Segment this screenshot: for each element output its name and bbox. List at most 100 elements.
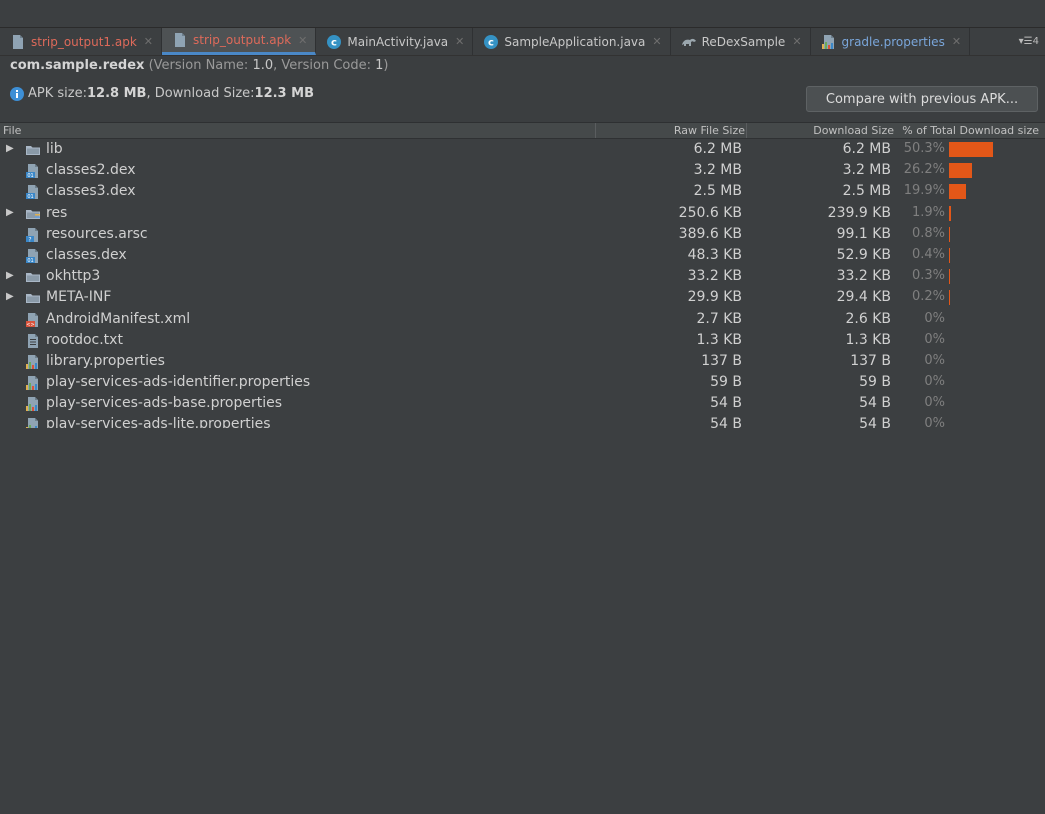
text-file-icon: [25, 333, 41, 349]
download-size: 1.3 KB: [845, 331, 892, 348]
tab-overflow-count: 4: [1032, 36, 1039, 47]
raw-file-size: 54 B: [710, 395, 742, 412]
apk-icon: [10, 34, 26, 50]
svg-text:01: 01: [27, 258, 33, 264]
dex-file-icon: 01: [25, 163, 41, 179]
download-share-bar: [949, 163, 972, 179]
package-name: com.sample.redex: [10, 58, 145, 73]
table-row[interactable]: <> AndroidManifest.xml 2.7 KB 2.6 KB 0%: [0, 309, 1045, 330]
file-name: library.properties: [46, 352, 165, 369]
table-row[interactable]: library.properties 137 B 137 B 0%: [0, 351, 1045, 372]
editor-tab-mainactivity-java[interactable]: c MainActivity.java ✕: [316, 28, 474, 55]
expand-arrow-icon[interactable]: ▶: [6, 291, 14, 302]
table-row[interactable]: ? resources.arsc 389.6 KB 99.1 KB 0.8%: [0, 224, 1045, 245]
file-name: play-services-ads-base.properties: [46, 395, 283, 412]
svg-text:?: ?: [28, 236, 31, 243]
download-size: 2.5 MB: [842, 183, 891, 200]
download-size: 6.2 MB: [842, 141, 891, 157]
percent-of-total: 0%: [924, 374, 945, 390]
tab-overflow-menu[interactable]: ▾☰ 4: [1019, 28, 1045, 55]
arsc-file-icon: ?: [25, 227, 41, 243]
folder-icon: [25, 290, 41, 306]
expand-arrow-icon[interactable]: ▶: [6, 143, 14, 154]
raw-file-size: 137 B: [701, 352, 742, 369]
percent-of-total: 0%: [924, 310, 945, 326]
window-title-bar: [0, 0, 1045, 28]
table-row[interactable]: play-services-ads-lite.properties 54 B 54 …: [0, 414, 1045, 428]
table-row[interactable]: ▶ okhttp3 33.2 KB 33.2 KB 0.3%: [0, 266, 1045, 287]
close-tab-icon[interactable]: ✕: [792, 35, 801, 48]
file-name: classes2.dex: [46, 162, 136, 179]
dex-file-icon: 01: [25, 248, 41, 264]
gradle-icon: [681, 34, 697, 50]
tab-label: gradle.properties: [841, 34, 945, 49]
percent-of-total: 50.3%: [903, 141, 945, 156]
file-name: play-services-ads-identifier.properties: [46, 374, 311, 391]
percent-of-total: 0%: [924, 331, 945, 347]
java-class-icon: c: [326, 34, 342, 50]
res-folder-icon: [25, 206, 41, 222]
column-header-raw-size[interactable]: Raw File Size: [674, 124, 745, 137]
svg-text:c: c: [488, 37, 494, 48]
column-header-download-size[interactable]: Download Size: [813, 124, 894, 137]
apk-summary: com.sample.redex (Version Name: 1.0, Ver…: [10, 58, 389, 73]
table-row[interactable]: ▶ res 250.6 KB 239.9 KB 1.9%: [0, 203, 1045, 224]
close-tab-icon[interactable]: ✕: [952, 35, 961, 48]
percent-of-total: 26.2%: [903, 162, 945, 178]
table-row[interactable]: ▶ lib 6.2 MB 6.2 MB 50.3%: [0, 139, 1045, 160]
download-share-bar: [949, 226, 950, 242]
table-row[interactable]: 01 classes3.dex 2.5 MB 2.5 MB 19.9%: [0, 181, 1045, 202]
expand-arrow-icon[interactable]: ▶: [6, 270, 14, 281]
percent-of-total: 0%: [924, 352, 945, 368]
file-name: classes.dex: [46, 246, 127, 263]
editor-tab-sampleapplication-java[interactable]: c SampleApplication.java ✕: [473, 28, 671, 55]
file-name: META-INF: [46, 289, 112, 306]
tab-label: strip_output1.apk: [31, 34, 137, 49]
close-tab-icon[interactable]: ✕: [455, 35, 464, 48]
download-share-bar: [949, 247, 950, 263]
table-row[interactable]: rootdoc.txt 1.3 KB 1.3 KB 0%: [0, 330, 1045, 351]
download-size: 3.2 MB: [842, 162, 891, 179]
close-tab-icon[interactable]: ✕: [144, 35, 153, 48]
download-size: 99.1 KB: [836, 225, 891, 242]
version-name: 1.0: [252, 58, 274, 73]
apk-icon: [172, 32, 188, 48]
raw-file-size: 6.2 MB: [693, 141, 742, 157]
table-row[interactable]: 01 classes.dex 48.3 KB 52.9 KB 0.4%: [0, 245, 1045, 266]
expand-arrow-icon[interactable]: ▶: [6, 207, 14, 218]
table-row[interactable]: play-services-ads-base.properties 54 B 54 …: [0, 393, 1045, 414]
column-header-percent[interactable]: % of Total Download size: [902, 124, 1039, 137]
apk-size-value: 12.8 MB: [86, 86, 147, 101]
editor-tab-redexsample[interactable]: ReDexSample ✕: [671, 28, 811, 55]
table-row[interactable]: ▶ META-INF 29.9 KB 29.4 KB 0.2%: [0, 287, 1045, 308]
percent-of-total: 0.4%: [911, 246, 945, 262]
properties-icon: [25, 375, 41, 391]
percent-of-total: 0%: [924, 395, 945, 411]
download-size: 54 B: [859, 395, 891, 412]
editor-tab-gradle-properties[interactable]: gradle.properties ✕: [811, 28, 971, 55]
file-name: resources.arsc: [46, 225, 148, 242]
folder-icon: [25, 269, 41, 285]
compare-with-previous-apk-button[interactable]: Compare with previous APK...: [806, 86, 1038, 112]
close-tab-icon[interactable]: ✕: [298, 34, 307, 47]
table-row[interactable]: play-services-ads-identifier.properties 5…: [0, 372, 1045, 393]
folder-icon: [25, 142, 41, 158]
raw-file-size: 1.3 KB: [696, 331, 743, 348]
percent-of-total: 0.8%: [911, 225, 945, 241]
editor-tab-strip-output1-apk[interactable]: strip_output1.apk ✕: [0, 28, 163, 55]
download-size: 59 B: [859, 374, 891, 391]
close-tab-icon[interactable]: ✕: [652, 35, 661, 48]
table-header: File Raw File Size Download Size % of To…: [0, 123, 1045, 139]
properties-icon: [821, 34, 837, 50]
dex-file-icon: 01: [25, 184, 41, 200]
tab-label: strip_output.apk: [193, 33, 292, 47]
svg-text:<>: <>: [26, 322, 34, 328]
download-size: 29.4 KB: [836, 289, 891, 306]
download-share-bar: [949, 269, 950, 285]
raw-file-size: 59 B: [710, 374, 742, 391]
table-row[interactable]: 01 classes2.dex 3.2 MB 3.2 MB 26.2%: [0, 160, 1045, 181]
editor-tab-strip-output-apk[interactable]: strip_output.apk ✕: [162, 28, 317, 55]
column-header-file[interactable]: File: [3, 124, 21, 137]
table-body: ▶ lib 6.2 MB 6.2 MB 50.3% 01 classes2.dex 3.2 M…: [0, 139, 1045, 428]
tab-list-icon[interactable]: ▾☰: [1019, 36, 1033, 47]
